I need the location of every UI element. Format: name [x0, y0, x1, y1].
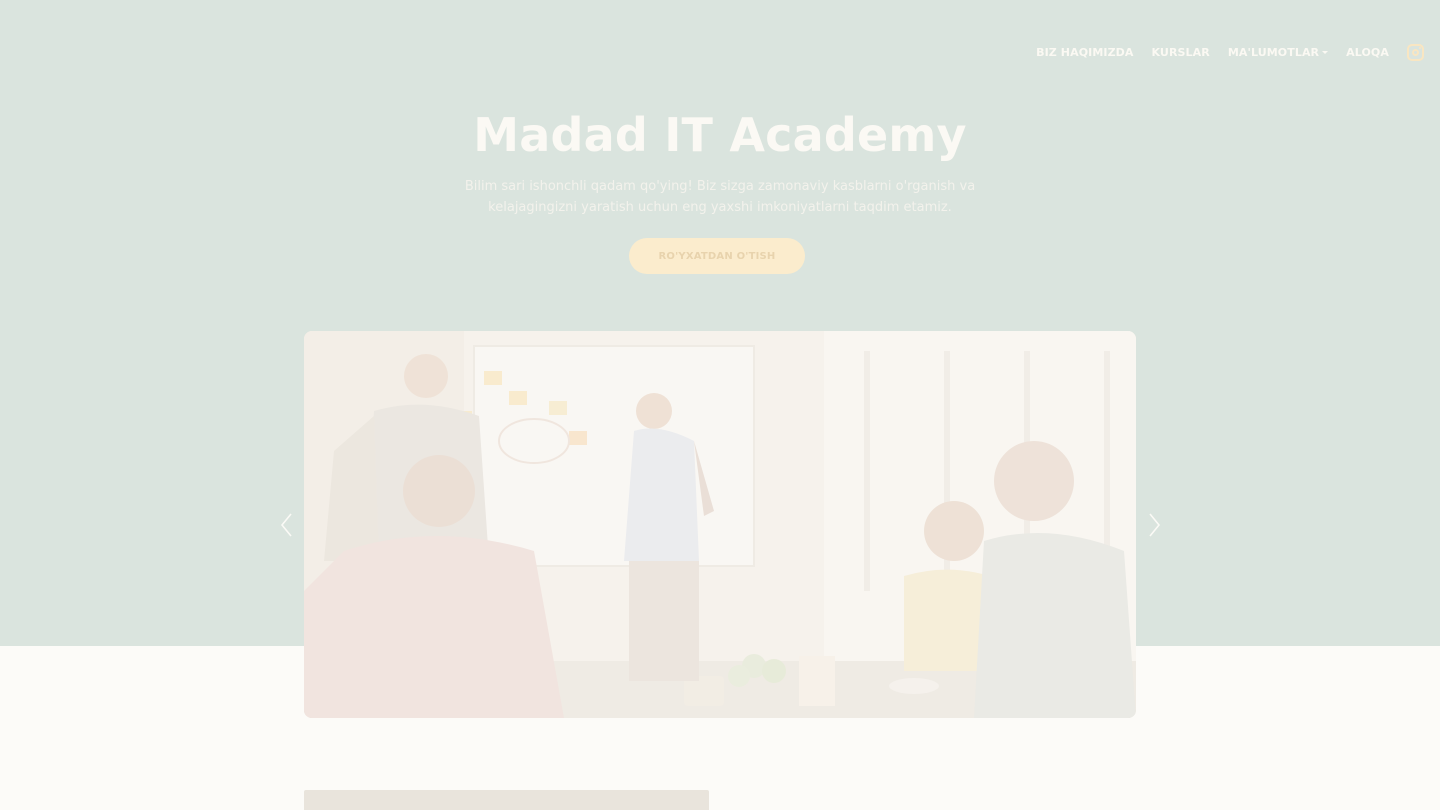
chevron-right-icon [1149, 513, 1161, 537]
section-image-card [304, 790, 709, 810]
instagram-icon[interactable] [1407, 43, 1424, 61]
nav-link-information-dropdown[interactable]: MA'LUMOTLAR [1227, 45, 1329, 59]
carousel-next-button[interactable] [1146, 512, 1162, 538]
nav-link-contact[interactable]: ALOQA [1346, 46, 1389, 59]
nav-link-label: KURSLAR [1151, 45, 1210, 59]
hero-title: Madad IT Academy [473, 108, 967, 162]
nav-link-courses[interactable]: KURSLAR [1152, 46, 1210, 59]
chevron-left-icon [280, 513, 292, 537]
nav-link-label: MA'LUMOTLAR [1227, 45, 1320, 59]
carousel-slide-image [304, 331, 1136, 718]
carousel-prev-button[interactable] [279, 512, 295, 538]
nav-link-about[interactable]: BIZ HAQIMIZDA [1036, 46, 1133, 59]
caret-down-icon [1322, 50, 1329, 54]
hero-carousel [304, 331, 1136, 718]
nav-link-label: ALOQA [1346, 45, 1389, 59]
instagram-icon-dot [1419, 46, 1421, 49]
register-button[interactable]: RO'YXATDAN O'TISH [629, 238, 805, 274]
instagram-icon-lens [1412, 48, 1419, 56]
nav-link-label: BIZ HAQIMIZDA [1036, 45, 1134, 59]
hero-subtitle: Bilim sari ishonchli qadam qo'ying! Biz … [464, 179, 976, 215]
main-navigation: BIZ HAQIMIZDA KURSLAR MA'LUMOTLAR ALOQA [1036, 42, 1424, 62]
